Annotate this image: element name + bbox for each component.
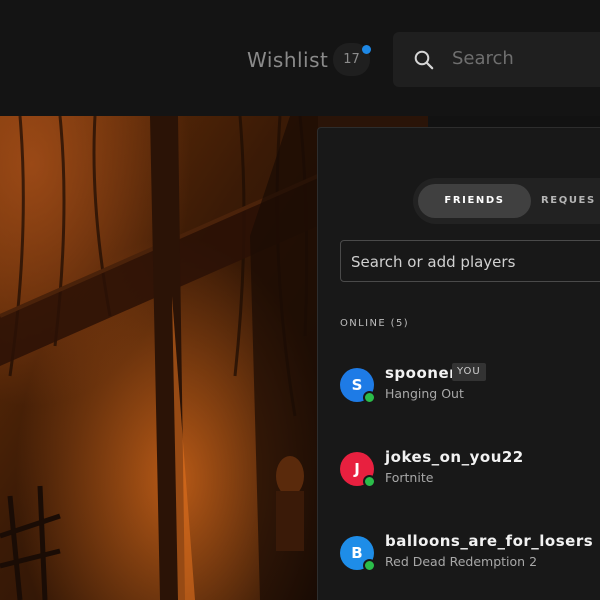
friends-panel: FRIENDS REQUES Search or add players ONL… (317, 127, 600, 600)
store-search-field[interactable]: Search (393, 32, 600, 87)
search-icon (414, 50, 434, 70)
friend-name: spooner (385, 364, 458, 382)
friend-name: balloons_are_for_losers (385, 532, 594, 550)
friends-tab-bar: FRIENDS REQUES (413, 178, 600, 224)
artwork-image (0, 116, 318, 600)
notification-dot (362, 45, 371, 54)
search-players-input[interactable]: Search or add players (340, 240, 600, 282)
online-status-icon (363, 559, 376, 572)
friend-list-item[interactable]: S spooner YOU Hanging Out (340, 363, 600, 412)
online-status-icon (363, 475, 376, 488)
app-window: Wishlist 17 Search FRIENDS REQUES Search… (0, 0, 600, 600)
friend-name: jokes_on_you22 (385, 448, 524, 466)
you-badge: YOU (452, 363, 486, 381)
tab-requests[interactable]: REQUES (541, 184, 600, 218)
search-placeholder: Search (452, 48, 514, 69)
online-status-icon (363, 391, 376, 404)
friend-list-item[interactable]: B balloons_are_for_losers Red Dead Redem… (340, 532, 600, 580)
friend-status: Red Dead Redemption 2 (385, 554, 538, 569)
friend-list-item[interactable]: J jokes_on_you22 Fortnite (340, 448, 600, 496)
friend-status: Hanging Out (385, 386, 464, 401)
wishlist-link[interactable]: Wishlist (247, 46, 328, 74)
featured-game-artwork[interactable] (0, 116, 318, 600)
top-navigation-bar: Wishlist 17 Search (0, 0, 600, 116)
online-section-header: ONLINE (5) (340, 318, 410, 329)
tab-friends[interactable]: FRIENDS (418, 184, 531, 218)
friend-status: Fortnite (385, 470, 434, 485)
